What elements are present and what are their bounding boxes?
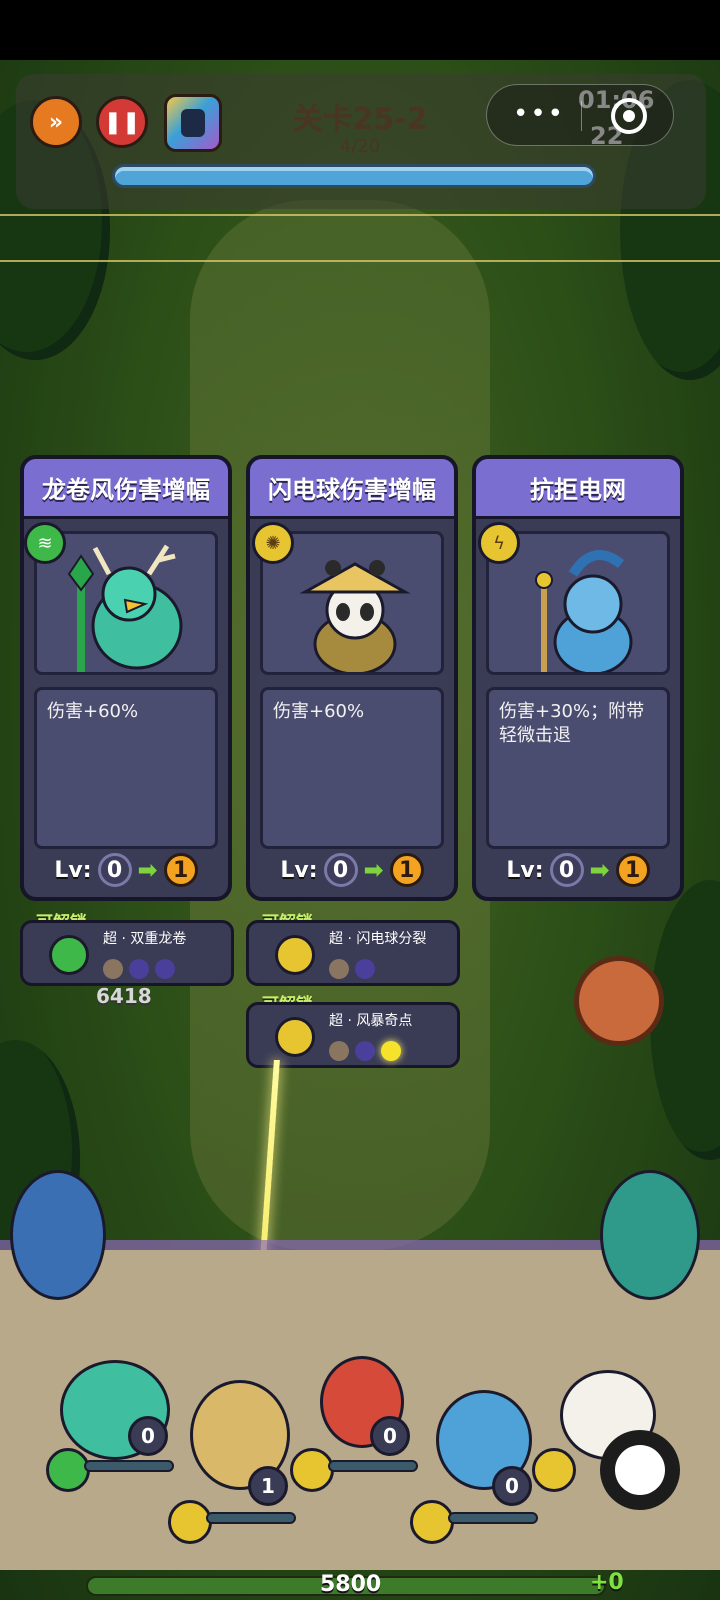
troll-hero-icon bbox=[535, 550, 633, 672]
progress-dot bbox=[329, 1041, 349, 1061]
level-current: 0 bbox=[323, 853, 358, 887]
status-bar bbox=[0, 0, 720, 60]
arrow-right-icon: ➡ bbox=[363, 856, 384, 884]
capsule-divider bbox=[581, 101, 582, 131]
card-description: 伤害+60% bbox=[260, 687, 444, 849]
tornado-icon bbox=[46, 1448, 90, 1492]
arrow-right-icon: ➡ bbox=[589, 856, 610, 884]
level-label: Lv: bbox=[280, 857, 318, 883]
progress-dot bbox=[329, 959, 349, 979]
unlock-name: 超 · 双重龙卷 bbox=[103, 931, 187, 947]
wave-progress: 4/20 bbox=[339, 136, 381, 157]
card-title: 抗拒电网 bbox=[476, 459, 680, 519]
circle-icon bbox=[615, 1445, 665, 1495]
hero-energy-bar bbox=[84, 1460, 174, 1472]
progress-dot bbox=[103, 959, 123, 979]
lightning-ball-icon: ✺ bbox=[252, 522, 294, 564]
card-level: Lv: 0 ➡ 1 bbox=[24, 853, 228, 887]
progress-dot bbox=[129, 959, 149, 979]
hero-count: 0 bbox=[370, 1416, 410, 1456]
lightning-icon bbox=[290, 1448, 334, 1492]
unlock-lightning-split: 超 · 闪电球分裂 bbox=[246, 920, 460, 986]
pause-icon: ❚❚ bbox=[103, 109, 141, 135]
card-description: 伤害+60% bbox=[34, 687, 218, 849]
card-title: 龙卷风伤害增幅 bbox=[24, 459, 228, 519]
hero-count: 0 bbox=[128, 1416, 168, 1456]
damage-number: 6418 bbox=[96, 984, 152, 1008]
unlock-double-tornado: 超 · 双重龙卷 bbox=[20, 920, 234, 986]
target-icon bbox=[623, 110, 635, 122]
arrow-right-icon: ➡ bbox=[137, 856, 158, 884]
level-next: 1 bbox=[615, 853, 650, 887]
floating-action-button[interactable] bbox=[600, 1430, 680, 1510]
unlock-name: 超 · 风暴奇点 bbox=[329, 1013, 413, 1029]
mini-program-capsule: ••• bbox=[486, 84, 674, 146]
card-description: 伤害+30%；附带轻微击退 bbox=[486, 687, 670, 849]
hero-count: 1 bbox=[248, 1466, 288, 1506]
hero-collection-button[interactable] bbox=[164, 94, 222, 152]
lightning-ball-icon bbox=[532, 1448, 576, 1492]
lightning-ball-icon bbox=[275, 935, 315, 975]
level-label: Lv: bbox=[54, 857, 92, 883]
progress-dot bbox=[155, 959, 175, 979]
lightning-icon bbox=[168, 1500, 212, 1544]
wave-progress-bar bbox=[112, 164, 596, 188]
level-current: 0 bbox=[97, 853, 132, 887]
unlock-storm-singularity: 超 · 风暴奇点 bbox=[246, 1002, 460, 1068]
unlock-progress-dots bbox=[329, 959, 375, 979]
panda-hero-icon bbox=[299, 560, 411, 672]
lightning-icon bbox=[410, 1500, 454, 1544]
level-label: Lv: bbox=[506, 857, 544, 883]
base-health-value: 5800 bbox=[320, 1572, 382, 1597]
lightning-ball-icon bbox=[275, 1017, 315, 1057]
progress-dot bbox=[381, 1041, 401, 1061]
guide-line-bottom bbox=[0, 260, 720, 262]
unlock-name: 超 · 闪电球分裂 bbox=[329, 931, 427, 947]
hero-energy-bar bbox=[448, 1512, 538, 1524]
progress-dot bbox=[355, 1041, 375, 1061]
guide-line-top bbox=[0, 214, 720, 216]
unlock-progress-dots bbox=[103, 959, 175, 979]
tornado-icon bbox=[49, 935, 89, 975]
owl-hero-icon bbox=[67, 544, 183, 672]
pause-button[interactable]: ❚❚ bbox=[96, 96, 148, 148]
card-title: 闪电球伤害增幅 bbox=[250, 459, 454, 519]
tornado-icon: ≋ bbox=[24, 522, 66, 564]
more-menu-button[interactable]: ••• bbox=[513, 99, 565, 129]
card-level: Lv: 0 ➡ 1 bbox=[476, 853, 680, 887]
progress-dot bbox=[355, 959, 375, 979]
dragon-right bbox=[600, 1170, 700, 1300]
level-next: 1 bbox=[163, 853, 198, 887]
hero-icon bbox=[181, 109, 205, 137]
lightning-icon: ϟ bbox=[478, 522, 520, 564]
hero-energy-bar bbox=[206, 1512, 296, 1524]
unlock-progress-dots bbox=[329, 1041, 401, 1061]
level-next: 1 bbox=[389, 853, 424, 887]
hero-energy-bar bbox=[328, 1460, 418, 1472]
upgrade-card-tornado[interactable]: 龙卷风伤害增幅 伤害+60% Lv: 0 ➡ 1 bbox=[20, 455, 232, 901]
fast-forward-button[interactable]: » bbox=[30, 96, 82, 148]
fast-forward-icon: » bbox=[48, 109, 64, 135]
level-title: 关卡25-2 bbox=[292, 102, 428, 137]
level-current: 0 bbox=[549, 853, 584, 887]
dragon-left bbox=[10, 1170, 106, 1300]
hero-count: 0 bbox=[492, 1466, 532, 1506]
card-level: Lv: 0 ➡ 1 bbox=[250, 853, 454, 887]
boss-portrait bbox=[574, 956, 664, 1046]
base-health-gain: +0 bbox=[590, 1570, 624, 1595]
close-target-button[interactable] bbox=[611, 98, 647, 134]
